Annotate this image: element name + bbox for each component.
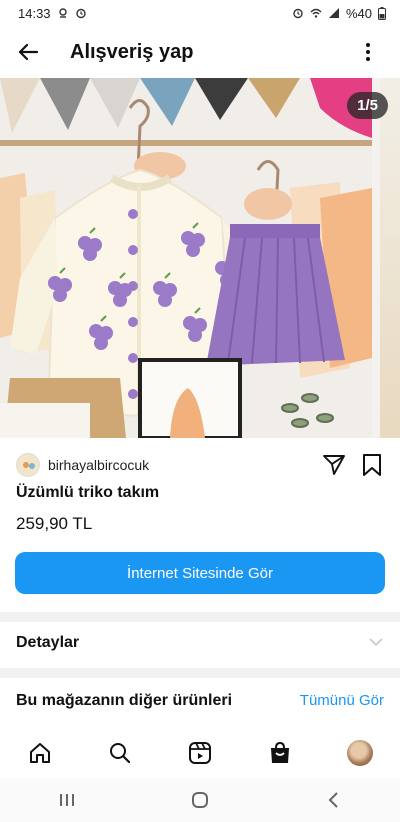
recent-apps-button[interactable] xyxy=(37,780,97,820)
arrow-left-icon xyxy=(18,43,39,61)
alarm-icon xyxy=(75,8,86,19)
reels-icon xyxy=(189,742,211,764)
home-circle-icon xyxy=(191,792,208,808)
home-icon xyxy=(30,743,50,763)
send-icon[interactable] xyxy=(322,453,346,477)
more-options-button[interactable] xyxy=(358,40,378,64)
page-title: Alışveriş yap xyxy=(70,40,194,63)
status-time: 14:33 xyxy=(18,5,51,21)
product-price: 259,90 TL xyxy=(16,514,93,533)
back-button[interactable] xyxy=(0,26,56,78)
chevron-left-icon xyxy=(328,792,339,808)
search-icon xyxy=(110,743,131,764)
image-counter: 1/5 xyxy=(347,92,388,119)
nav-profile[interactable] xyxy=(335,730,385,776)
view-on-website-button[interactable]: İnternet Sitesinde Gör xyxy=(15,552,385,594)
nav-reels[interactable] xyxy=(175,730,225,776)
see-all-link[interactable]: Tümünü Gör xyxy=(300,692,384,709)
more-products-header: Bu mağazanın diğer ürünleri Tümünü Gör xyxy=(16,690,384,714)
battery-level: %40 xyxy=(345,5,372,21)
notification-icon xyxy=(58,8,67,18)
kebab-menu-icon xyxy=(366,43,370,61)
section-divider xyxy=(0,668,400,678)
bookmark-icon[interactable] xyxy=(362,453,382,477)
nav-shop[interactable] xyxy=(255,730,305,776)
back-system-button[interactable] xyxy=(303,780,363,820)
bottom-nav xyxy=(0,728,400,778)
nav-search[interactable] xyxy=(95,730,145,776)
seller-name[interactable]: birhayalbircocuk xyxy=(48,457,149,473)
system-navigation-bar xyxy=(0,778,400,822)
product-image-carousel[interactable]: 1/5 xyxy=(0,78,400,438)
nav-home[interactable] xyxy=(15,730,65,776)
app-header: Alışveriş yap xyxy=(0,26,400,78)
home-system-button[interactable] xyxy=(170,780,230,820)
section-divider xyxy=(0,612,400,622)
chevron-down-icon xyxy=(369,638,383,647)
seller-avatar[interactable] xyxy=(16,453,40,477)
details-row[interactable]: Detaylar xyxy=(0,622,400,664)
signal-icon xyxy=(328,8,339,18)
next-product-photo xyxy=(380,78,400,438)
wifi-icon xyxy=(310,8,322,18)
product-name: Üzümlü triko takım xyxy=(16,484,160,501)
seller-row: birhayalbircocuk xyxy=(16,452,384,478)
alarm-icon xyxy=(293,8,303,19)
status-bar: 14:33 %40 xyxy=(0,0,400,26)
product-photo xyxy=(0,78,372,438)
battery-icon xyxy=(378,6,386,20)
more-products-label: Bu mağazanın diğer ürünleri xyxy=(16,692,233,709)
profile-avatar xyxy=(347,740,373,766)
details-label: Detaylar xyxy=(16,634,80,651)
shop-icon xyxy=(271,741,289,763)
recent-apps-icon xyxy=(59,794,74,806)
